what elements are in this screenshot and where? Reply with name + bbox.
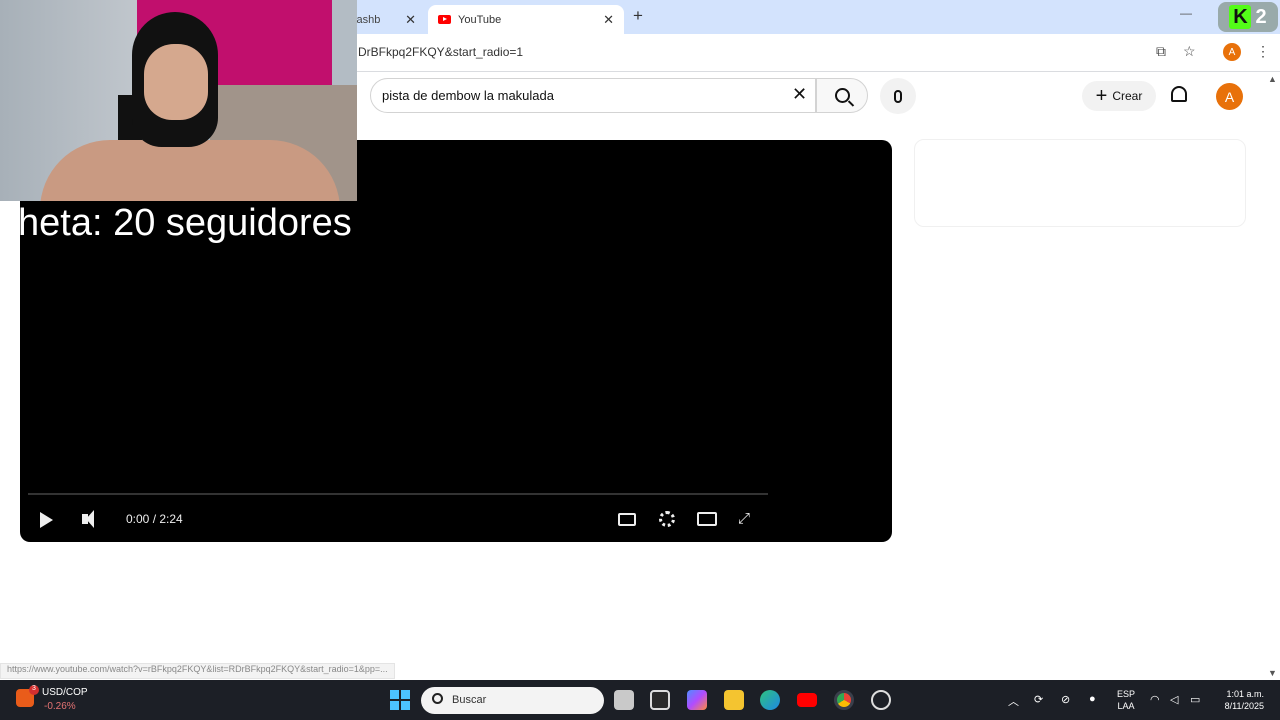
profile-avatar[interactable]: A xyxy=(1223,43,1241,61)
stream-goal-text: heta: 20 seguidores xyxy=(18,202,352,244)
task-view-icon[interactable] xyxy=(614,690,634,710)
wifi-icon[interactable]: ◠ xyxy=(1150,693,1160,706)
taskbar-search-placeholder: Buscar xyxy=(452,694,487,706)
windows-taskbar: 3 USD/COP -0.26% Buscar ︿ ⟳ ⊘ ● ESP LAA … xyxy=(0,680,1280,720)
widget-badge: 3 xyxy=(29,685,39,695)
kick-logo-icon: K xyxy=(1229,5,1252,29)
clock-time: 1:01 a.m. xyxy=(1226,689,1264,699)
volume-icon[interactable] xyxy=(82,510,94,528)
create-label: Crear xyxy=(1112,89,1143,103)
obs-icon[interactable] xyxy=(871,690,891,710)
sync-icon[interactable]: ⟳ xyxy=(1034,693,1043,706)
windows-start-icon[interactable] xyxy=(390,690,410,710)
install-app-icon[interactable]: ⧉ xyxy=(1156,43,1166,60)
tab-title: YouTube xyxy=(458,13,502,26)
widget-title[interactable]: USD/COP xyxy=(42,687,88,698)
system-clock[interactable]: 1:01 a.m. 8/11/2025 xyxy=(1216,688,1264,712)
store-icon[interactable] xyxy=(650,690,670,710)
input-language[interactable]: ESP LAA xyxy=(1117,688,1135,712)
screen: k Dashb ✕ YouTube ✕ + — K 2 DrBFkpq2FKQY… xyxy=(0,0,1280,720)
plus-icon: + xyxy=(1095,85,1108,107)
scroll-down-arrow-icon[interactable]: ▼ xyxy=(1268,668,1277,678)
youtube-app-icon[interactable] xyxy=(797,693,817,707)
create-button[interactable]: + Crear xyxy=(1082,81,1156,111)
settings-gear-icon[interactable] xyxy=(659,511,675,527)
progress-bar[interactable] xyxy=(28,493,768,495)
webcam-person-face xyxy=(144,44,208,120)
language-code: ESP xyxy=(1117,689,1136,699)
clock-date: 8/11/2025 xyxy=(1224,701,1264,711)
search-icon xyxy=(432,693,443,704)
keyboard-layout: LAA xyxy=(1117,701,1135,711)
bookmark-star-icon[interactable]: ☆ xyxy=(1183,43,1196,60)
youtube-favicon-icon xyxy=(438,15,451,24)
subtitles-icon[interactable] xyxy=(618,513,636,526)
tab-youtube[interactable]: YouTube ✕ xyxy=(428,5,624,34)
notifications-off-icon[interactable]: ⊘ xyxy=(1061,693,1070,706)
tab-close-icon[interactable]: ✕ xyxy=(405,12,416,28)
url-field[interactable]: DrBFkpq2FKQY&start_radio=1 xyxy=(358,45,523,59)
search-button[interactable] xyxy=(816,78,868,113)
webcam-overlay xyxy=(0,0,357,201)
video-time: 0:00 / 2:24 xyxy=(126,512,183,526)
play-icon[interactable] xyxy=(40,512,53,528)
browser-menu-icon[interactable]: ⋮ xyxy=(1256,43,1270,60)
battery-icon[interactable]: ▭ xyxy=(1190,693,1200,706)
sidebar-placeholder-card xyxy=(914,139,1246,227)
widget-change: -0.26% xyxy=(44,701,76,712)
edge-browser-icon[interactable] xyxy=(760,690,780,710)
link-status-url: https://www.youtube.com/watch?v=rBFkpq2F… xyxy=(0,663,395,679)
speaker-icon[interactable]: ◁ xyxy=(1170,693,1178,706)
notifications-bell-icon[interactable] xyxy=(1171,86,1187,102)
account-avatar[interactable]: A xyxy=(1216,83,1243,110)
tab-close-icon[interactable]: ✕ xyxy=(603,12,614,28)
webcam-person-body xyxy=(40,140,340,201)
kick-badge-count: 2 xyxy=(1255,5,1267,28)
search-icon xyxy=(834,88,850,103)
microphone-icon xyxy=(894,89,902,103)
microphone-tray-icon[interactable]: ● xyxy=(1089,693,1096,705)
show-hidden-icons-chevron-icon[interactable]: ︿ xyxy=(1008,693,1019,709)
kick-follower-badge: K 2 xyxy=(1218,2,1278,32)
taskbar-search-field[interactable] xyxy=(421,687,604,714)
new-tab-button[interactable]: + xyxy=(633,6,643,26)
copilot-icon[interactable] xyxy=(687,690,707,710)
clear-search-icon[interactable]: ✕ xyxy=(792,84,807,105)
fullscreen-icon[interactable]: ⤢ xyxy=(738,510,750,527)
file-explorer-icon[interactable] xyxy=(724,690,744,710)
chrome-icon[interactable] xyxy=(834,690,854,710)
search-query: pista de dembow la makulada xyxy=(382,88,554,103)
voice-search-button[interactable] xyxy=(880,78,916,114)
scroll-up-arrow-icon[interactable]: ▲ xyxy=(1268,74,1277,84)
minimize-button[interactable]: — xyxy=(1180,6,1192,20)
theater-mode-icon[interactable] xyxy=(697,512,717,526)
